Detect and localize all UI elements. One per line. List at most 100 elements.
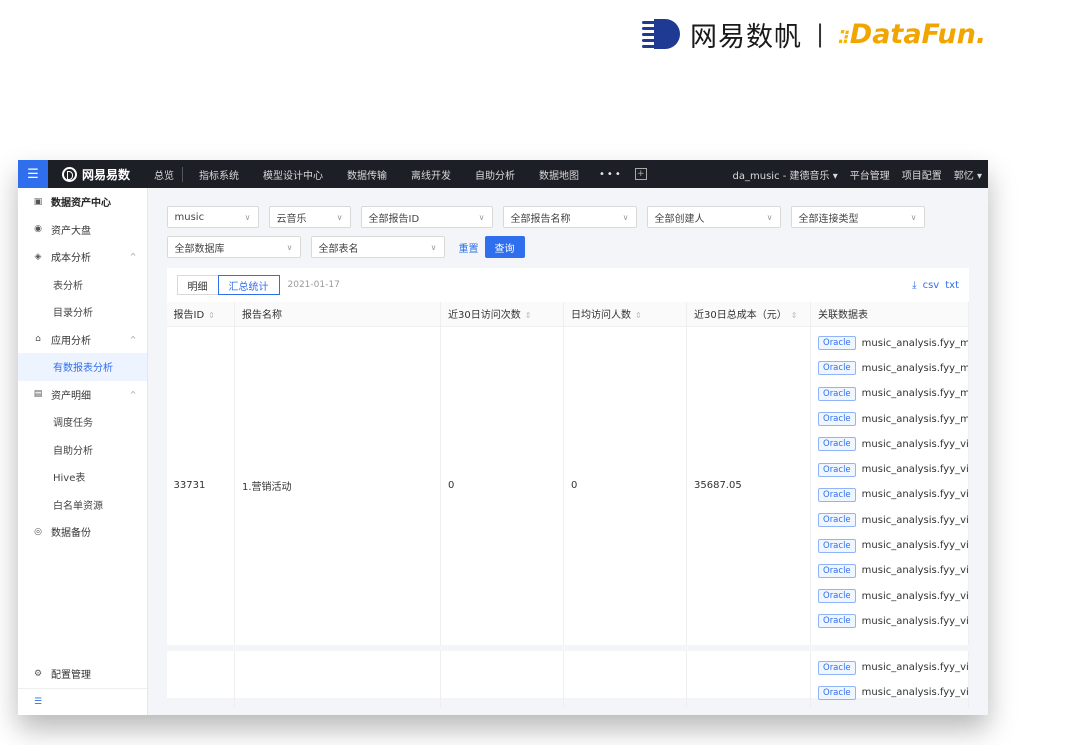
sort-icon[interactable]: ⇕ bbox=[791, 311, 798, 320]
report-id-select[interactable]: 全部报告ID ∨ bbox=[360, 206, 493, 228]
related-table-item[interactable]: Oraclemusic_analysis.fyy_vipact bbox=[818, 432, 968, 457]
download-icon[interactable]: ⤓ bbox=[912, 280, 916, 291]
user-menu[interactable]: 郭忆 ▾ bbox=[948, 167, 988, 182]
chevron-down-icon: ∨ bbox=[430, 242, 437, 252]
sidebar-item-config[interactable]: ⚙ 配置管理 bbox=[18, 660, 147, 688]
app-window: ☰ 网易易数 总览 指标系统 模型设计中心 数据传输 离线开发 自助分析 数据地… bbox=[18, 160, 988, 715]
add-tab-icon[interactable]: + bbox=[634, 168, 647, 180]
sidebar-item-dashboard[interactable]: ◉ 资产大盘 bbox=[18, 216, 147, 244]
sort-icon[interactable]: ⇕ bbox=[635, 311, 642, 320]
chevron-up-icon: ^ bbox=[129, 389, 137, 399]
chevron-down-icon: ∨ bbox=[244, 212, 251, 222]
detail-icon: ▤ bbox=[33, 389, 43, 400]
chevron-down-icon: ∨ bbox=[336, 212, 343, 222]
sidebar-item-cost-analysis[interactable]: ◈ 成本分析 ^ bbox=[18, 243, 147, 271]
main-content: music ∨ 云音乐 ∨ 全部报告ID ∨ 全部报告名称 ∨ 全部创建人 ∨ 全部连接类… bbox=[148, 188, 989, 715]
sidebar-item-app-analysis[interactable]: ⌂ 应用分析 ^ bbox=[18, 326, 147, 354]
related-table-item[interactable]: Oraclemusic_analysis.fyy_vipact bbox=[818, 558, 968, 583]
netease-logo-icon bbox=[642, 17, 680, 51]
chevron-down-icon: ∨ bbox=[766, 212, 773, 222]
sidebar-item-self-analysis[interactable]: 自助分析 bbox=[18, 436, 147, 464]
oracle-tag: Oracle bbox=[818, 563, 856, 578]
query-button[interactable]: 查询 bbox=[484, 236, 525, 258]
oracle-tag: Oracle bbox=[818, 660, 856, 675]
sidebar-item-table-analysis[interactable]: 表分析 bbox=[18, 271, 147, 299]
menu-icon[interactable]: ☰ bbox=[18, 160, 48, 188]
project-selector[interactable]: da_music - 建德音乐 ▾ bbox=[727, 167, 844, 182]
report-name-select[interactable]: 全部报告名称 ∨ bbox=[502, 206, 637, 228]
related-table-item[interactable]: Oraclemusic_analysis.fyy_marke bbox=[818, 356, 968, 381]
export-txt-link[interactable]: txt bbox=[945, 280, 959, 291]
related-table-item[interactable]: Oraclemusic_analysis.fyy_vipact bbox=[818, 508, 968, 533]
home-icon: ⌂ bbox=[35, 334, 41, 345]
nav-overview[interactable]: 总览 bbox=[142, 166, 184, 182]
related-table-item[interactable]: Oraclemusic_analysis.fyy_vipact bbox=[818, 655, 968, 680]
sidebar-item-data-backup[interactable]: ◎ 数据备份 bbox=[18, 518, 147, 546]
tab-detail[interactable]: 明细 bbox=[176, 275, 219, 295]
cell-report-name[interactable]: 1.营销活动 bbox=[234, 326, 441, 648]
creator-select[interactable]: 全部创建人 ∨ bbox=[646, 206, 781, 228]
nav-platform-admin[interactable]: 平台管理 bbox=[844, 167, 896, 182]
connection-type-select[interactable]: 全部连接类型 ∨ bbox=[790, 206, 925, 228]
table-row: Oraclemusic_analysis.fyy_vipact Oraclemu… bbox=[166, 645, 969, 708]
nav-metrics[interactable]: 指标系统 bbox=[187, 167, 251, 182]
datafun-logo: ⁚⁝DataFun. bbox=[838, 18, 987, 50]
related-table-item[interactable]: Oraclemusic_analysis.fyy_vipact bbox=[818, 482, 968, 507]
related-table-item[interactable]: Oraclemusic_analysis.fyy_vipact bbox=[818, 609, 968, 634]
database-select[interactable]: 全部数据库 ∨ bbox=[166, 236, 301, 258]
cell-report-id: 33731 bbox=[166, 326, 235, 648]
col-cost[interactable]: 近30日总成本（元） ⇕ bbox=[686, 302, 811, 327]
related-table-item[interactable]: Oraclemusic_analysis.fyy_vipact bbox=[818, 680, 968, 705]
app-logo[interactable]: 网易易数 bbox=[48, 166, 142, 183]
nav-data-transfer[interactable]: 数据传输 bbox=[335, 167, 399, 182]
table-name-select[interactable]: 全部表名 ∨ bbox=[310, 236, 445, 258]
related-table-item[interactable]: Oraclemusic_analysis.fyy_marke bbox=[818, 406, 968, 431]
col-visits[interactable]: 近30日访问次数 ⇕ bbox=[440, 302, 564, 327]
sidebar-item-report-analysis[interactable]: 有数报表分析 bbox=[18, 353, 147, 381]
cost-icon: ◈ bbox=[34, 251, 42, 262]
sort-icon[interactable]: ⇕ bbox=[525, 311, 532, 320]
related-table-item[interactable]: Oraclemusic_analysis.fyy_marke bbox=[818, 331, 968, 356]
related-table-item[interactable]: Oraclemusic_analysis.fyy_marke bbox=[818, 381, 968, 406]
more-icon[interactable]: ••• bbox=[591, 169, 631, 180]
nav-self-analysis[interactable]: 自助分析 bbox=[463, 167, 527, 182]
reset-button[interactable]: 重置 bbox=[459, 240, 479, 255]
export-csv-link[interactable]: csv bbox=[923, 280, 940, 291]
business-filter-select[interactable]: 云音乐 ∨ bbox=[268, 206, 351, 228]
nav-offline-dev[interactable]: 离线开发 bbox=[399, 167, 463, 182]
stats-date: 2021-01-17 bbox=[287, 280, 340, 290]
chevron-up-icon: ^ bbox=[129, 334, 137, 344]
chevron-down-icon: ▾ bbox=[976, 170, 982, 182]
chevron-down-icon: ∨ bbox=[478, 212, 485, 222]
collapse-icon: ☰ bbox=[33, 696, 43, 707]
related-table-item[interactable]: Oraclemusic_analysis.fyy_vipact bbox=[818, 583, 968, 608]
sidebar-item-hive-table[interactable]: Hive表 bbox=[18, 463, 147, 491]
top-navbar: ☰ 网易易数 总览 指标系统 模型设计中心 数据传输 离线开发 自助分析 数据地… bbox=[18, 160, 988, 188]
dashboard-icon: ◉ bbox=[34, 224, 42, 235]
nav-project-config[interactable]: 项目配置 bbox=[896, 167, 948, 182]
related-table-item[interactable]: Oraclemusic_analysis.fyy_vipact bbox=[818, 533, 968, 558]
oracle-tag: Oracle bbox=[818, 513, 856, 528]
sidebar-item-asset-detail[interactable]: ▤ 资产明细 ^ bbox=[18, 381, 147, 409]
asset-center-icon: ▣ bbox=[33, 196, 43, 207]
chevron-down-icon: ▾ bbox=[832, 170, 838, 182]
cell-cost: 35687.05 bbox=[686, 326, 811, 648]
col-daily-users[interactable]: 日均访问人数 ⇕ bbox=[563, 302, 687, 327]
nav-data-map[interactable]: 数据地图 bbox=[527, 167, 591, 182]
sidebar-item-asset-center[interactable]: ▣ 数据资产中心 bbox=[18, 188, 147, 216]
project-filter-select[interactable]: music ∨ bbox=[166, 206, 259, 228]
sidebar-item-schedule-task[interactable]: 调度任务 bbox=[18, 408, 147, 436]
sort-icon[interactable]: ⇕ bbox=[208, 311, 215, 320]
report-table: 报告ID ⇕ 报告名称 近30日访问次数 ⇕ 日均访问人数 ⇕ 近30日总成本（元） ⇕… bbox=[166, 302, 969, 708]
tab-summary[interactable]: 汇总统计 bbox=[217, 275, 280, 295]
oracle-tag: Oracle bbox=[818, 685, 856, 700]
related-table-item[interactable]: Oraclemusic_analysis.fyy_vipact bbox=[818, 457, 968, 482]
netease-brand-name: 网易数帆 bbox=[690, 21, 802, 53]
report-panel: 明细 汇总统计 2021-01-17 ⤓ csv txt 报告ID ⇕ 报告名称… bbox=[166, 268, 969, 708]
chevron-down-icon: ∨ bbox=[286, 242, 293, 252]
sidebar-item-catalog-analysis[interactable]: 目录分析 bbox=[18, 298, 147, 326]
nav-model-design[interactable]: 模型设计中心 bbox=[251, 167, 335, 182]
sidebar-collapse[interactable]: ☰ bbox=[18, 687, 147, 716]
sidebar-item-whitelist[interactable]: 白名单资源 bbox=[18, 491, 147, 519]
col-report-id[interactable]: 报告ID ⇕ bbox=[166, 302, 235, 327]
